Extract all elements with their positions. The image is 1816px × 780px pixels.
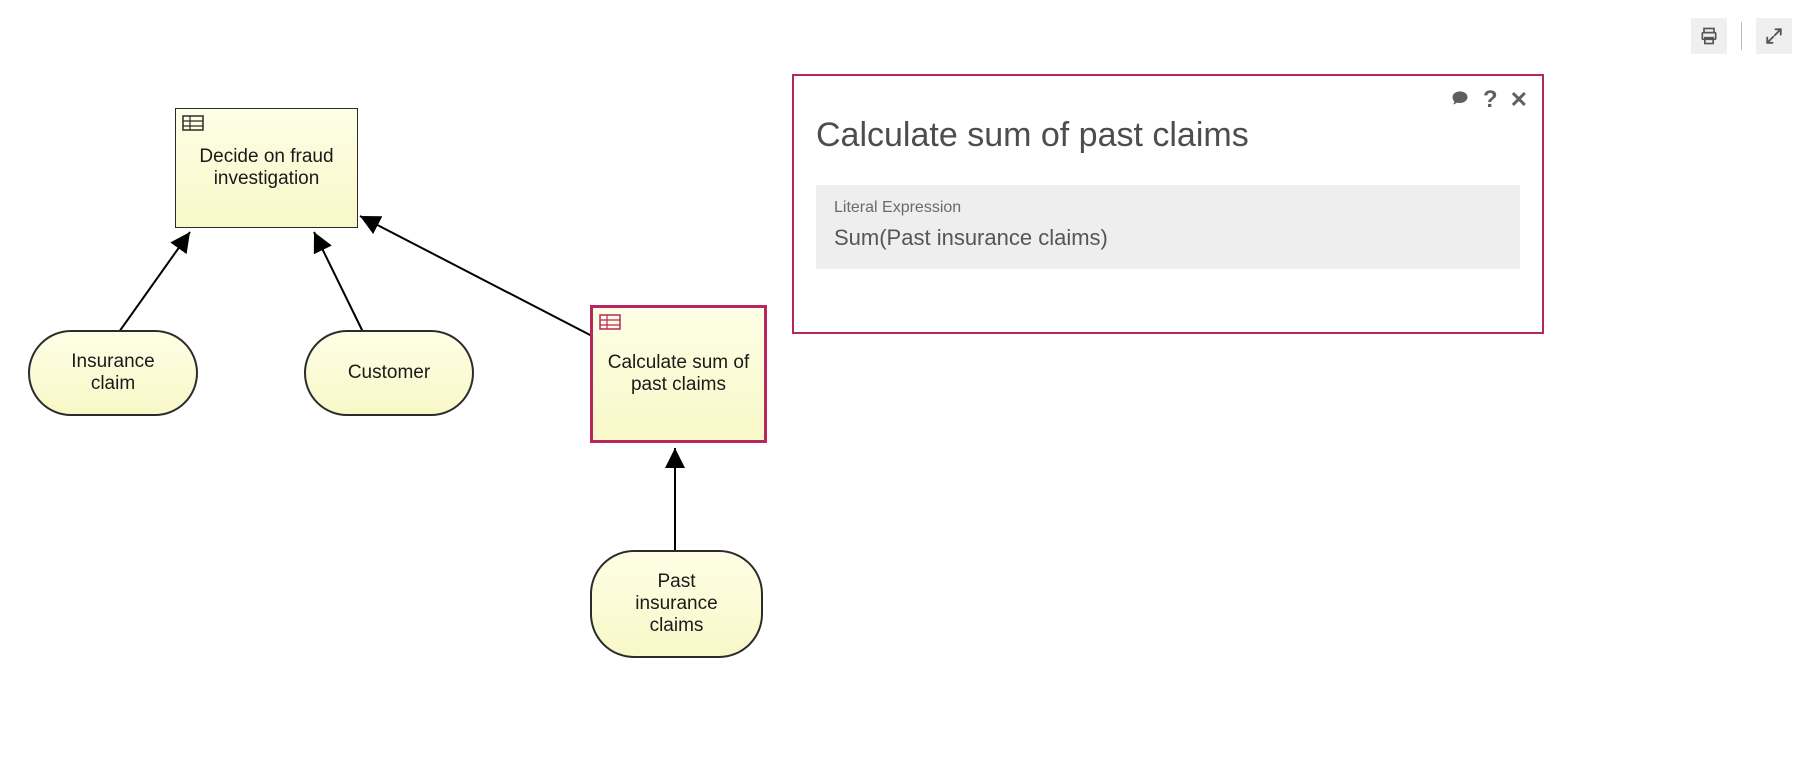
top-toolbar	[1691, 18, 1792, 54]
panel-section-label: Literal Expression	[834, 199, 1502, 217]
panel-title: Calculate sum of past claims	[816, 116, 1520, 155]
toolbar-separator	[1741, 22, 1742, 50]
print-icon	[1699, 26, 1719, 46]
decision-node-fraud-label: Decide on fraud investigation	[186, 146, 347, 190]
expand-button[interactable]	[1756, 18, 1792, 54]
diagram-canvas[interactable]: Decide on fraud investigation Calculate …	[0, 0, 1816, 780]
panel-expression-section[interactable]: Literal Expression Sum(Past insurance cl…	[816, 185, 1520, 269]
panel-expression-value: Sum(Past insurance claims)	[834, 225, 1502, 251]
input-node-customer-label: Customer	[348, 362, 430, 384]
close-icon[interactable]: ✕	[1510, 87, 1528, 113]
input-node-past-claims-label: Past insurance claims	[622, 571, 732, 637]
input-node-past-claims[interactable]: Past insurance claims	[590, 550, 763, 658]
decision-node-calculate[interactable]: Calculate sum of past claims	[590, 305, 767, 443]
help-icon[interactable]: ?	[1483, 86, 1498, 114]
properties-panel: ? ✕ Calculate sum of past claims Literal…	[792, 74, 1544, 334]
print-button[interactable]	[1691, 18, 1727, 54]
input-node-insurance-claim-label: Insurance claim	[58, 351, 168, 395]
panel-actions: ? ✕	[1449, 86, 1528, 114]
comment-icon[interactable]	[1449, 88, 1471, 113]
decision-node-calculate-label: Calculate sum of past claims	[603, 352, 754, 396]
input-node-customer[interactable]: Customer	[304, 330, 474, 416]
expand-icon	[1765, 27, 1783, 45]
decision-table-icon	[599, 314, 621, 330]
decision-node-fraud[interactable]: Decide on fraud investigation	[175, 108, 358, 228]
input-node-insurance-claim[interactable]: Insurance claim	[28, 330, 198, 416]
decision-table-icon	[182, 115, 204, 131]
